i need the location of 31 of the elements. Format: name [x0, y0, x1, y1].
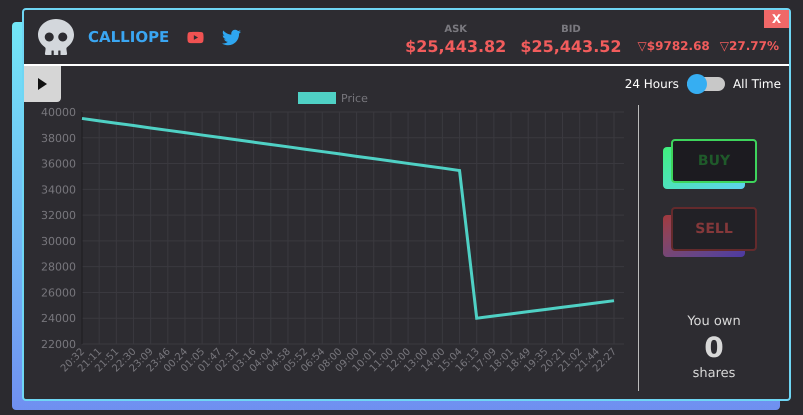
range-label: 24 Hours [624, 76, 679, 93]
price-change: ▽$9782.68 [638, 38, 710, 54]
range-label: All Time [732, 76, 781, 93]
y-tick-label: 28000 [41, 260, 76, 274]
y-tick-label: 32000 [41, 209, 76, 222]
play-icon [38, 78, 47, 90]
price-change: ▽27.77% [720, 38, 779, 54]
y-tick-label: 40000 [41, 106, 76, 119]
y-tick-label: 26000 [41, 286, 76, 300]
y-tick-label: 22000 [41, 338, 76, 351]
legend-label: Price [341, 92, 368, 105]
y-tick-label: 24000 [41, 312, 76, 326]
range-switch[interactable] [686, 77, 725, 91]
price-label: ASK [444, 22, 468, 36]
y-tick-label: 38000 [41, 132, 76, 145]
price-value: $25,443.82 [405, 36, 506, 56]
stock-name: CALLIOPE [88, 26, 170, 48]
y-tick-label: 36000 [41, 158, 76, 171]
price-value: $25,443.52 [520, 36, 622, 56]
buy-button[interactable]: BUY [671, 139, 757, 183]
legend-swatch [298, 92, 336, 104]
share-count: 0 [704, 332, 724, 364]
twitter-icon[interactable] [222, 28, 242, 46]
price-label: BID [561, 22, 581, 36]
y-tick-label: 30000 [41, 234, 76, 248]
y-tick-label: 34000 [41, 183, 76, 196]
play-button[interactable] [24, 66, 61, 102]
skull-icon [38, 18, 74, 56]
holdings-label: shares [692, 364, 736, 382]
holdings-label: You own [687, 313, 741, 331]
close-button[interactable]: X [764, 10, 789, 28]
